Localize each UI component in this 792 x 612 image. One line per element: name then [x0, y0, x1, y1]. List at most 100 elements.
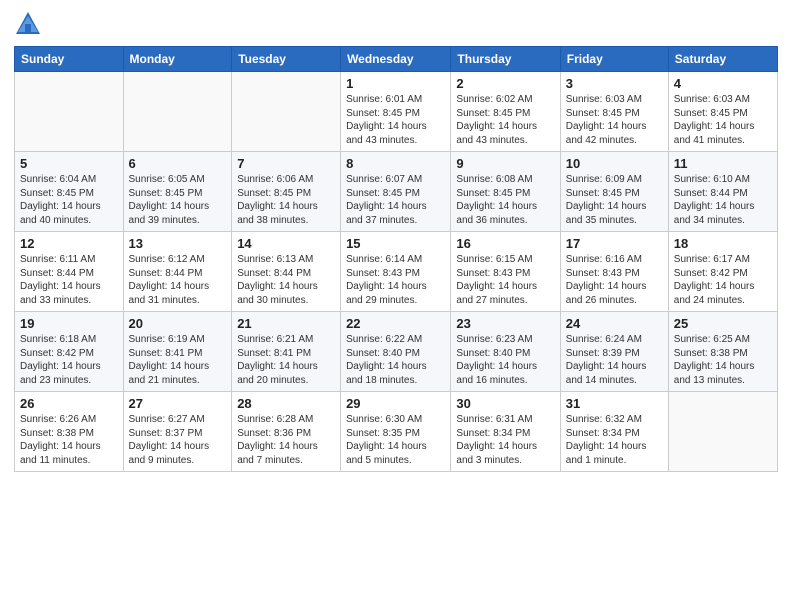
calendar-cell: 23 Sunrise: 6:23 AM Sunset: 8:40 PM Dayli…	[451, 312, 560, 392]
calendar-cell: 21 Sunrise: 6:21 AM Sunset: 8:41 PM Dayli…	[232, 312, 341, 392]
weekday-header-tuesday: Tuesday	[232, 47, 341, 72]
weekday-header-sunday: Sunday	[15, 47, 124, 72]
calendar-cell: 13 Sunrise: 6:12 AM Sunset: 8:44 PM Dayli…	[123, 232, 232, 312]
day-info: Sunrise: 6:22 AM Sunset: 8:40 PM Dayligh…	[346, 333, 445, 387]
calendar-cell: 2 Sunrise: 6:02 AM Sunset: 8:45 PM Daylig…	[451, 72, 560, 152]
day-number: 2	[456, 76, 554, 91]
day-info: Sunrise: 6:02 AM Sunset: 8:45 PM Dayligh…	[456, 93, 554, 147]
day-info: Sunrise: 6:03 AM Sunset: 8:45 PM Dayligh…	[674, 93, 772, 147]
day-number: 17	[566, 236, 663, 251]
day-info: Sunrise: 6:08 AM Sunset: 8:45 PM Dayligh…	[456, 173, 554, 227]
calendar-cell: 12 Sunrise: 6:11 AM Sunset: 8:44 PM Dayli…	[15, 232, 124, 312]
calendar-cell: 5Sunrise: 6:04 AM Sunset: 8:45 PM Daylig…	[15, 152, 124, 232]
day-info: Sunrise: 6:12 AM Sunset: 8:44 PM Dayligh…	[129, 253, 227, 307]
day-info: Sunrise: 6:03 AM Sunset: 8:45 PM Dayligh…	[566, 93, 663, 147]
calendar-cell: 29 Sunrise: 6:30 AM Sunset: 8:35 PM Dayli…	[341, 392, 451, 472]
calendar-cell: 31 Sunrise: 6:32 AM Sunset: 8:34 PM Dayli…	[560, 392, 668, 472]
weekday-header-saturday: Saturday	[668, 47, 777, 72]
calendar-cell	[15, 72, 124, 152]
calendar-week-row: 26 Sunrise: 6:26 AM Sunset: 8:38 PM Dayli…	[15, 392, 778, 472]
day-number: 6	[129, 156, 227, 171]
day-number: 24	[566, 316, 663, 331]
calendar-cell: 19Sunrise: 6:18 AM Sunset: 8:42 PM Dayli…	[15, 312, 124, 392]
calendar-week-row: 5Sunrise: 6:04 AM Sunset: 8:45 PM Daylig…	[15, 152, 778, 232]
day-info: Sunrise: 6:28 AM Sunset: 8:36 PM Dayligh…	[237, 413, 335, 467]
calendar-cell: 3 Sunrise: 6:03 AM Sunset: 8:45 PM Daylig…	[560, 72, 668, 152]
day-info: Sunrise: 6:19 AM Sunset: 8:41 PM Dayligh…	[129, 333, 227, 387]
day-number: 20	[129, 316, 227, 331]
header	[14, 10, 778, 38]
day-number: 5	[20, 156, 118, 171]
day-info: Sunrise: 6:24 AM Sunset: 8:39 PM Dayligh…	[566, 333, 663, 387]
day-info: Sunrise: 6:07 AM Sunset: 8:45 PM Dayligh…	[346, 173, 445, 227]
day-number: 12	[20, 236, 118, 251]
calendar-cell: 10Sunrise: 6:09 AM Sunset: 8:45 PM Dayli…	[560, 152, 668, 232]
day-info: Sunrise: 6:26 AM Sunset: 8:38 PM Dayligh…	[20, 413, 118, 467]
calendar-cell: 8 Sunrise: 6:07 AM Sunset: 8:45 PM Daylig…	[341, 152, 451, 232]
day-number: 16	[456, 236, 554, 251]
day-info: Sunrise: 6:15 AM Sunset: 8:43 PM Dayligh…	[456, 253, 554, 307]
day-info: Sunrise: 6:23 AM Sunset: 8:40 PM Dayligh…	[456, 333, 554, 387]
day-number: 29	[346, 396, 445, 411]
day-info: Sunrise: 6:30 AM Sunset: 8:35 PM Dayligh…	[346, 413, 445, 467]
day-number: 21	[237, 316, 335, 331]
day-number: 26	[20, 396, 118, 411]
day-number: 3	[566, 76, 663, 91]
day-number: 1	[346, 76, 445, 91]
calendar-week-row: 1 Sunrise: 6:01 AM Sunset: 8:45 PM Daylig…	[15, 72, 778, 152]
logo-icon	[14, 10, 42, 38]
day-info: Sunrise: 6:06 AM Sunset: 8:45 PM Dayligh…	[237, 173, 335, 227]
calendar-cell: 20 Sunrise: 6:19 AM Sunset: 8:41 PM Dayli…	[123, 312, 232, 392]
calendar-cell: 6Sunrise: 6:05 AM Sunset: 8:45 PM Daylig…	[123, 152, 232, 232]
weekday-header-friday: Friday	[560, 47, 668, 72]
weekday-header-monday: Monday	[123, 47, 232, 72]
day-number: 13	[129, 236, 227, 251]
calendar-cell: 16 Sunrise: 6:15 AM Sunset: 8:43 PM Dayli…	[451, 232, 560, 312]
logo	[14, 10, 46, 38]
calendar-cell: 11 Sunrise: 6:10 AM Sunset: 8:44 PM Dayli…	[668, 152, 777, 232]
day-number: 11	[674, 156, 772, 171]
day-info: Sunrise: 6:17 AM Sunset: 8:42 PM Dayligh…	[674, 253, 772, 307]
calendar-cell	[232, 72, 341, 152]
day-info: Sunrise: 6:09 AM Sunset: 8:45 PM Dayligh…	[566, 173, 663, 227]
calendar-cell	[668, 392, 777, 472]
day-number: 28	[237, 396, 335, 411]
calendar-cell: 7 Sunrise: 6:06 AM Sunset: 8:45 PM Daylig…	[232, 152, 341, 232]
calendar-cell: 25 Sunrise: 6:25 AM Sunset: 8:38 PM Dayli…	[668, 312, 777, 392]
day-number: 18	[674, 236, 772, 251]
weekday-header-thursday: Thursday	[451, 47, 560, 72]
calendar-cell: 4 Sunrise: 6:03 AM Sunset: 8:45 PM Daylig…	[668, 72, 777, 152]
calendar-cell: 22 Sunrise: 6:22 AM Sunset: 8:40 PM Dayli…	[341, 312, 451, 392]
day-info: Sunrise: 6:10 AM Sunset: 8:44 PM Dayligh…	[674, 173, 772, 227]
day-info: Sunrise: 6:16 AM Sunset: 8:43 PM Dayligh…	[566, 253, 663, 307]
day-info: Sunrise: 6:27 AM Sunset: 8:37 PM Dayligh…	[129, 413, 227, 467]
day-info: Sunrise: 6:25 AM Sunset: 8:38 PM Dayligh…	[674, 333, 772, 387]
calendar-cell: 9 Sunrise: 6:08 AM Sunset: 8:45 PM Daylig…	[451, 152, 560, 232]
day-info: Sunrise: 6:32 AM Sunset: 8:34 PM Dayligh…	[566, 413, 663, 467]
day-info: Sunrise: 6:01 AM Sunset: 8:45 PM Dayligh…	[346, 93, 445, 147]
calendar-week-row: 12 Sunrise: 6:11 AM Sunset: 8:44 PM Dayli…	[15, 232, 778, 312]
day-number: 23	[456, 316, 554, 331]
calendar-cell: 26 Sunrise: 6:26 AM Sunset: 8:38 PM Dayli…	[15, 392, 124, 472]
day-number: 22	[346, 316, 445, 331]
day-info: Sunrise: 6:13 AM Sunset: 8:44 PM Dayligh…	[237, 253, 335, 307]
day-number: 31	[566, 396, 663, 411]
day-number: 4	[674, 76, 772, 91]
day-info: Sunrise: 6:21 AM Sunset: 8:41 PM Dayligh…	[237, 333, 335, 387]
day-number: 25	[674, 316, 772, 331]
day-info: Sunrise: 6:11 AM Sunset: 8:44 PM Dayligh…	[20, 253, 118, 307]
day-info: Sunrise: 6:14 AM Sunset: 8:43 PM Dayligh…	[346, 253, 445, 307]
day-number: 15	[346, 236, 445, 251]
day-number: 19	[20, 316, 118, 331]
day-info: Sunrise: 6:31 AM Sunset: 8:34 PM Dayligh…	[456, 413, 554, 467]
calendar-cell: 28 Sunrise: 6:28 AM Sunset: 8:36 PM Dayli…	[232, 392, 341, 472]
day-number: 8	[346, 156, 445, 171]
day-number: 7	[237, 156, 335, 171]
day-number: 9	[456, 156, 554, 171]
day-number: 14	[237, 236, 335, 251]
day-number: 27	[129, 396, 227, 411]
calendar-table: SundayMondayTuesdayWednesdayThursdayFrid…	[14, 46, 778, 472]
calendar-cell: 24 Sunrise: 6:24 AM Sunset: 8:39 PM Dayli…	[560, 312, 668, 392]
calendar-cell: 27 Sunrise: 6:27 AM Sunset: 8:37 PM Dayli…	[123, 392, 232, 472]
calendar-cell: 17 Sunrise: 6:16 AM Sunset: 8:43 PM Dayli…	[560, 232, 668, 312]
